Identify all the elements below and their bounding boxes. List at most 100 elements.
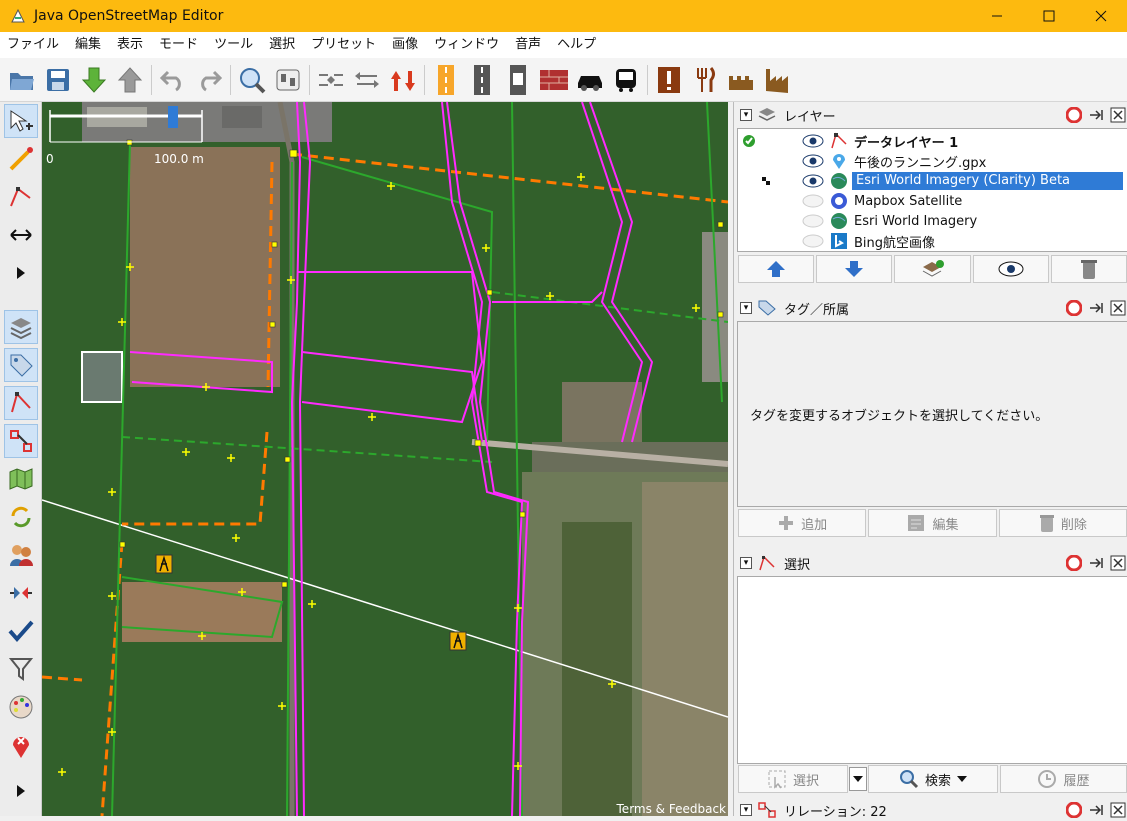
expand-modes-button[interactable] [4, 256, 38, 290]
help-buoy-button[interactable] [1066, 300, 1082, 316]
close-panel-button[interactable] [1110, 300, 1126, 316]
minimize-button[interactable] [971, 0, 1023, 32]
map-paint-toggle-button[interactable] [4, 690, 38, 724]
map-view[interactable]: 0 100.0 m Terms & Feedback [42, 102, 728, 816]
layers-toggle-button[interactable] [4, 310, 38, 344]
pin-dock-icon [1090, 110, 1103, 120]
select-dropdown-button[interactable] [849, 767, 867, 791]
conflict-toggle-button[interactable] [4, 500, 38, 534]
close-panel-button[interactable] [1110, 555, 1126, 571]
eye-visible-icon[interactable] [802, 134, 824, 148]
selection-toggle-button[interactable] [4, 386, 38, 420]
attribution-link[interactable]: Terms & Feedback [617, 802, 726, 816]
open-file-button[interactable] [4, 62, 40, 98]
save-button[interactable] [40, 62, 76, 98]
combine-way-button[interactable] [313, 62, 349, 98]
preferences-button[interactable] [270, 62, 306, 98]
notes-toggle-button[interactable] [4, 728, 38, 762]
eye-hidden-icon[interactable] [802, 194, 824, 208]
preset-parking-button[interactable] [572, 62, 608, 98]
search-button[interactable]: 検索 [868, 765, 998, 793]
collapse-toggle-icon[interactable]: ▾ [740, 804, 752, 816]
authors-toggle-button[interactable] [4, 538, 38, 572]
menu-windows[interactable]: ウィンドウ [427, 32, 508, 58]
undo-button[interactable] [155, 62, 191, 98]
download-button[interactable] [76, 62, 112, 98]
dock-button[interactable] [1088, 107, 1104, 123]
split-way-button[interactable] [349, 62, 385, 98]
edit-tag-button[interactable]: 編集 [868, 509, 997, 537]
move-layer-up-button[interactable] [738, 255, 815, 283]
preset-restaurant-button[interactable] [687, 62, 723, 98]
eye-visible-icon[interactable] [802, 154, 824, 168]
preset-wall-button[interactable] [536, 62, 572, 98]
help-buoy-button[interactable] [1066, 107, 1082, 123]
parallel-mode-button[interactable] [4, 218, 38, 252]
magnifier-icon [899, 770, 919, 789]
map-toggle-button[interactable] [4, 462, 38, 496]
collapse-toggle-icon[interactable]: ▾ [740, 109, 752, 121]
expand-dialogs-button[interactable] [4, 774, 38, 808]
collapse-toggle-icon[interactable]: ▾ [740, 557, 752, 569]
layer-row[interactable]: Esri World Imagery (Clarity) Beta [738, 171, 1127, 191]
menu-file[interactable]: ファイル [0, 32, 68, 58]
help-buoy-icon [1066, 107, 1082, 123]
layers-stack-icon [758, 108, 776, 121]
eye-hidden-icon[interactable] [802, 234, 824, 248]
layer-row[interactable]: Bing航空画像 [738, 231, 1127, 251]
menu-tools[interactable]: ツール [207, 32, 262, 58]
layer-row[interactable]: 午後のランニング.gpx [738, 151, 1127, 171]
preset-bus-button[interactable] [608, 62, 644, 98]
tags-toggle-button[interactable] [4, 348, 38, 382]
menu-imagery[interactable]: 画像 [385, 32, 427, 58]
improve-way-button[interactable] [4, 180, 38, 214]
redo-button[interactable] [191, 62, 227, 98]
bus-icon [616, 68, 636, 92]
delete-tag-button[interactable]: 削除 [998, 509, 1127, 537]
history-button[interactable]: 履歴 [1000, 765, 1127, 793]
menu-selection[interactable]: 選択 [262, 32, 304, 58]
activate-layer-button[interactable] [894, 255, 971, 283]
toggle-visibility-button[interactable] [972, 255, 1049, 283]
zoom-button[interactable] [234, 62, 270, 98]
menu-edit[interactable]: 編集 [68, 32, 110, 58]
upload-button[interactable] [112, 62, 148, 98]
delete-layer-button[interactable] [1050, 255, 1127, 283]
changeset-toggle-button[interactable] [4, 576, 38, 610]
select-button[interactable]: 選択 [738, 765, 848, 793]
collapse-toggle-icon[interactable]: ▾ [740, 302, 752, 314]
close-panel-button[interactable] [1110, 107, 1126, 123]
relations-toggle-button[interactable] [4, 424, 38, 458]
move-layer-down-button[interactable] [816, 255, 893, 283]
dock-button[interactable] [1088, 300, 1104, 316]
close-button[interactable] [1075, 0, 1127, 32]
help-buoy-button[interactable] [1066, 555, 1082, 571]
maximize-icon [1043, 10, 1055, 22]
preset-road-button[interactable] [464, 62, 500, 98]
draw-mode-button[interactable] [4, 142, 38, 176]
menu-audio[interactable]: 音声 [508, 32, 550, 58]
eye-visible-icon[interactable] [802, 174, 824, 188]
layer-row[interactable]: Mapbox Satellite [738, 191, 1127, 211]
select-mode-button[interactable] [4, 104, 38, 138]
layer-row[interactable]: Esri World Imagery [738, 211, 1127, 231]
dock-button[interactable] [1088, 555, 1104, 571]
power-tower-icon [155, 554, 173, 574]
selection-list[interactable] [737, 576, 1127, 764]
preset-emergency-button[interactable] [651, 62, 687, 98]
preset-castle-button[interactable] [723, 62, 759, 98]
preset-track-button[interactable] [500, 62, 536, 98]
menu-mode[interactable]: モード [152, 32, 207, 58]
add-tag-button[interactable]: 追加 [738, 509, 867, 537]
maximize-button[interactable] [1023, 0, 1075, 32]
menu-help[interactable]: ヘルプ [550, 32, 605, 58]
reverse-way-button[interactable] [385, 62, 421, 98]
preset-industrial-button[interactable] [759, 62, 795, 98]
filter-toggle-button[interactable] [4, 652, 38, 686]
preset-highway-button[interactable] [428, 62, 464, 98]
eye-hidden-icon[interactable] [802, 214, 824, 228]
menu-presets[interactable]: プリセット [304, 32, 385, 58]
validation-toggle-button[interactable] [4, 614, 38, 648]
menu-view[interactable]: 表示 [110, 32, 152, 58]
layer-row[interactable]: データレイヤー 1 [738, 131, 1127, 151]
